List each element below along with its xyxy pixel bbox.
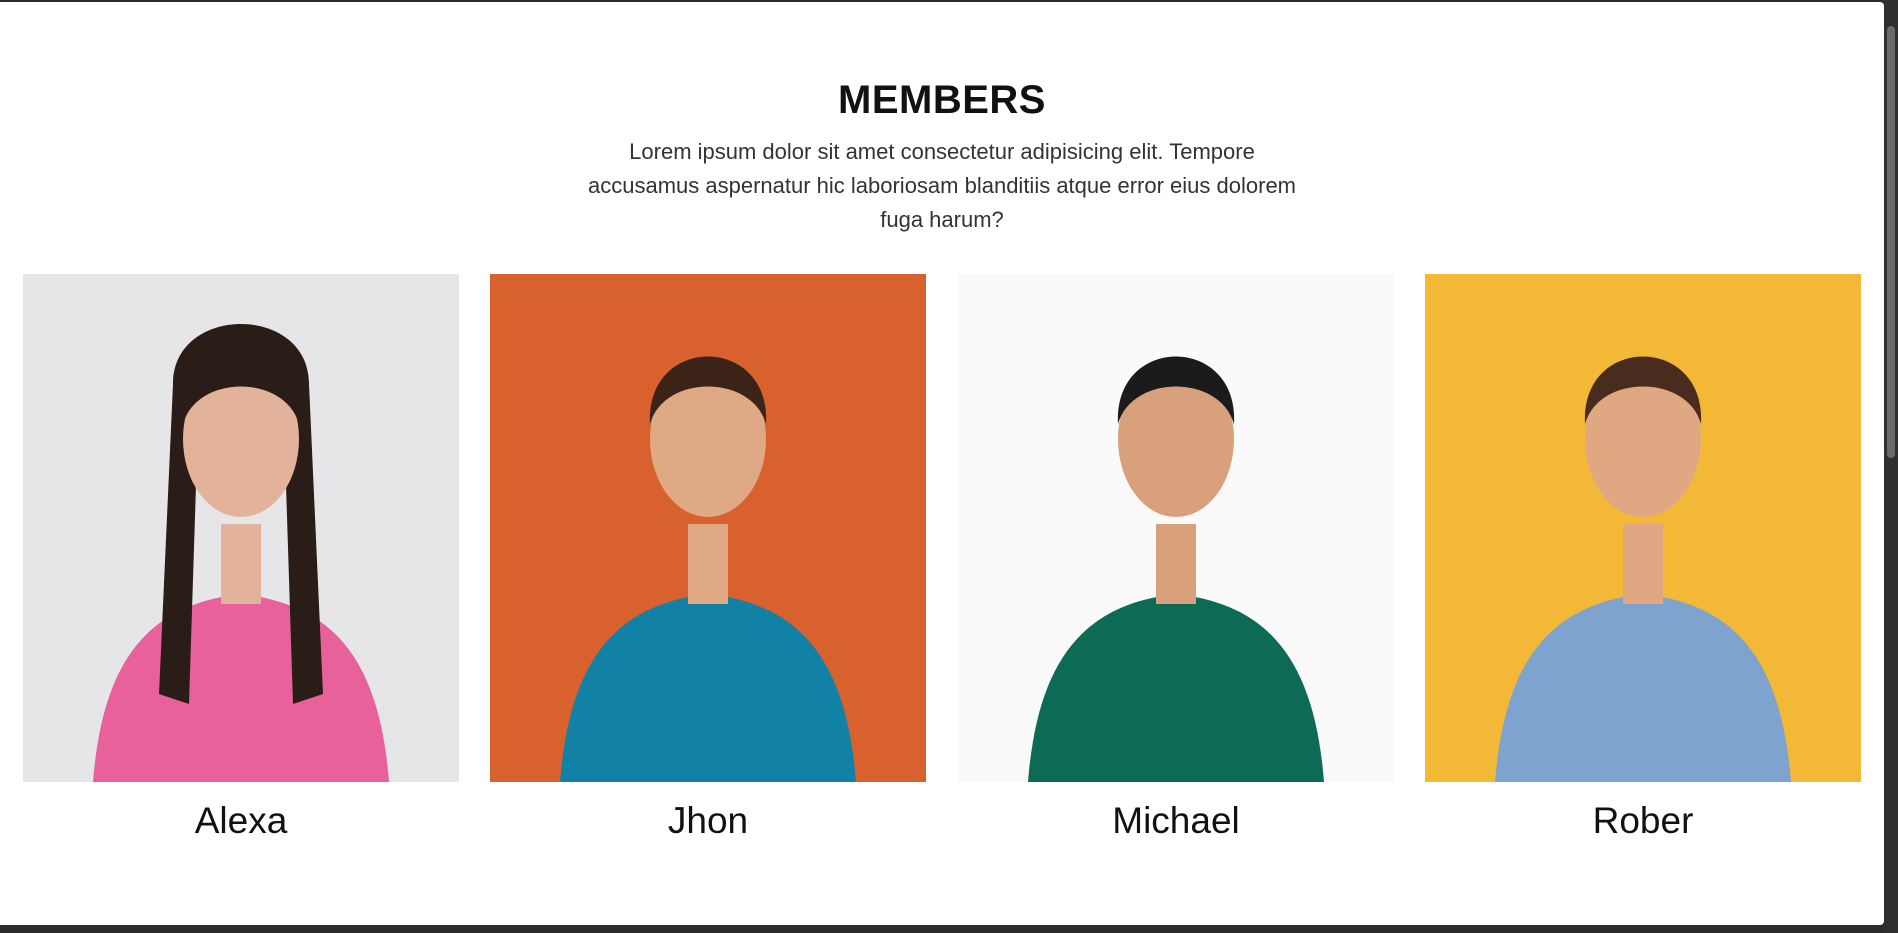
portrait-image [490, 274, 926, 782]
member-photo [958, 274, 1394, 782]
portrait-image [1425, 274, 1861, 782]
section-title: MEMBERS [838, 78, 1046, 122]
vertical-scrollbar[interactable] [1884, 0, 1898, 933]
member-name: Rober [1592, 800, 1694, 841]
section-description: Lorem ipsum dolor sit amet consectetur a… [587, 139, 1297, 232]
member-photo [1425, 274, 1861, 782]
member-card: Rober [1425, 274, 1861, 842]
member-card: Jhon [490, 274, 926, 842]
portrait-image [958, 274, 1394, 782]
scrollbar-thumb[interactable] [1887, 26, 1895, 458]
member-card: Michael [958, 274, 1394, 842]
portrait-image [23, 274, 459, 782]
member-name: Jhon [667, 800, 749, 841]
page-frame: MEMBERS Lorem ipsum dolor sit amet conse… [0, 2, 1884, 925]
member-name: Michael [1112, 800, 1240, 841]
member-name: Alexa [194, 800, 288, 841]
member-card: Alexa [23, 274, 459, 842]
member-photo [490, 274, 926, 782]
member-photo [23, 274, 459, 782]
members-grid: Alexa Jhon Michael Rober [0, 274, 1884, 874]
